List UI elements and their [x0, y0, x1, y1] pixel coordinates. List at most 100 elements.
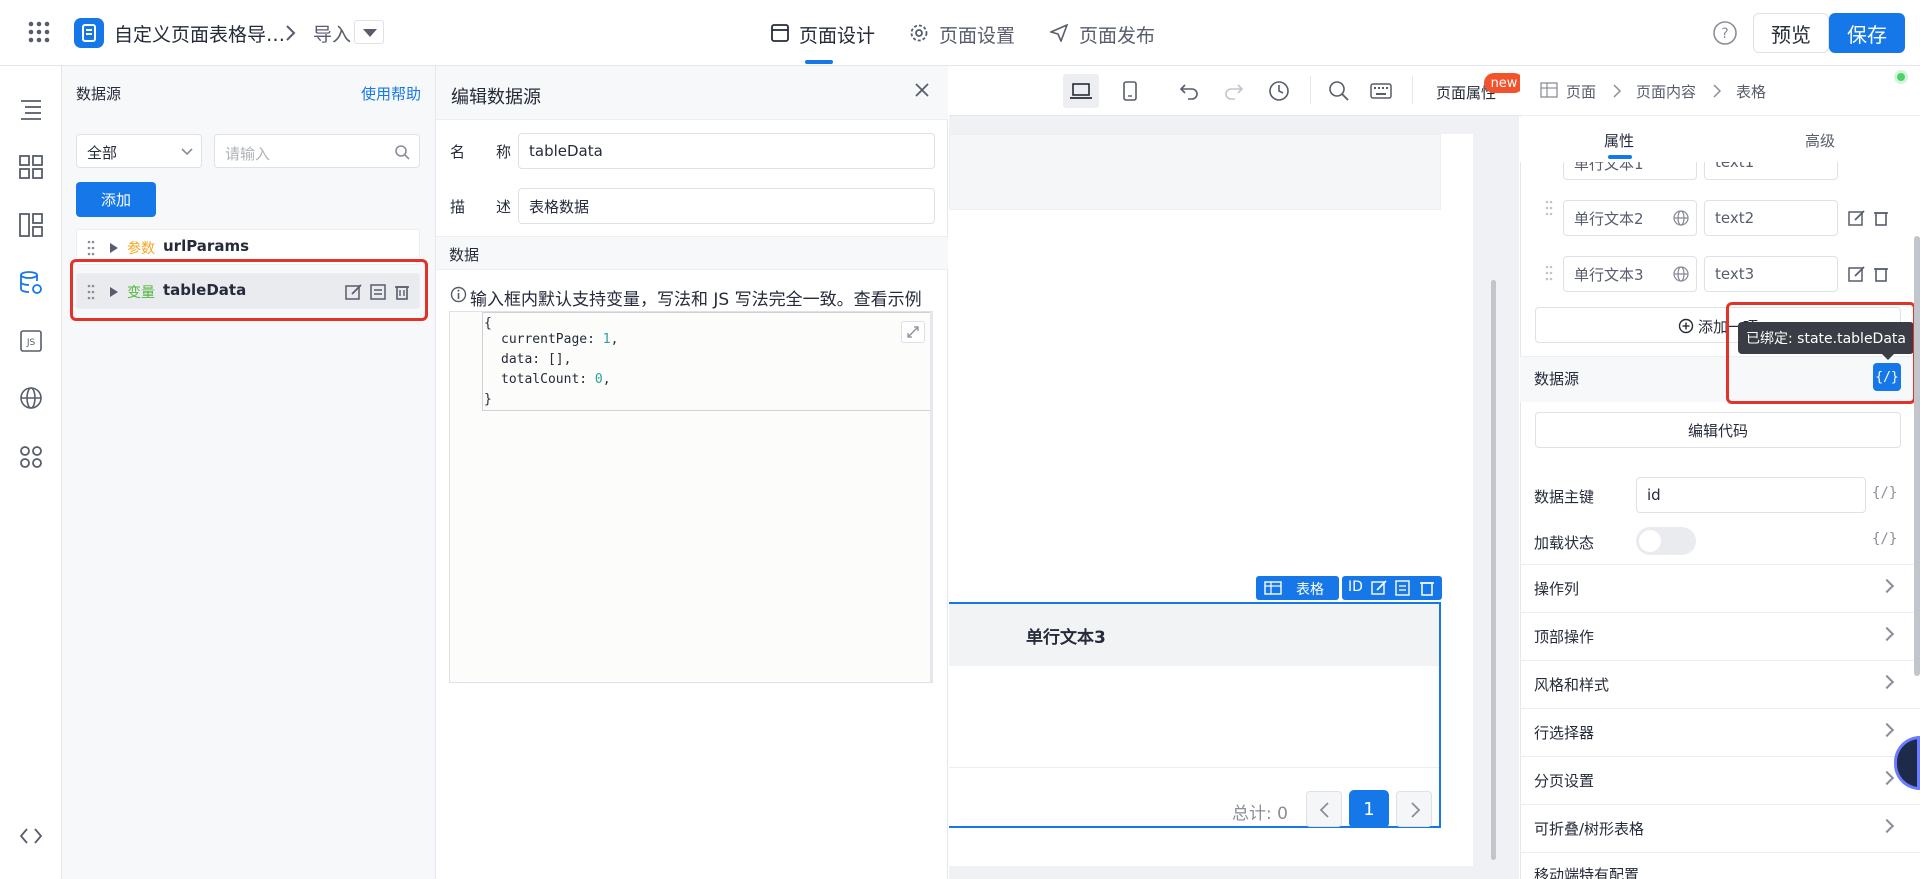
new-badge: new [1484, 73, 1524, 93]
mobile-icon[interactable] [1120, 80, 1140, 102]
code-open-brace: { [484, 316, 492, 331]
breadcrumb-item[interactable]: 页面内容 [1636, 81, 1696, 102]
redo-icon[interactable] [1223, 82, 1245, 100]
bind-variable-icon[interactable]: {/} [1872, 485, 1897, 501]
help-link[interactable]: 使用帮助 [361, 83, 421, 104]
trash-icon[interactable] [1419, 580, 1435, 596]
drag-handle-icon[interactable] [1545, 200, 1553, 216]
drag-handle-icon[interactable] [87, 284, 95, 300]
outline-tree-icon[interactable] [18, 96, 44, 122]
edit-icon[interactable] [345, 283, 363, 301]
section-operation-column[interactable]: 操作列 [1520, 564, 1920, 612]
save-button[interactable]: 保存 [1829, 13, 1905, 53]
section-top-actions[interactable]: 顶部操作 [1520, 612, 1920, 660]
item-name: tableData [163, 281, 247, 299]
question-circle-icon[interactable]: ? [1712, 20, 1738, 46]
copy-icon[interactable] [1395, 580, 1411, 596]
left-icon-rail [0, 66, 62, 879]
primary-key-input[interactable]: id [1636, 477, 1866, 513]
tab-page-settings[interactable]: 页面设置 [939, 21, 1015, 48]
search-icon[interactable] [1328, 80, 1350, 102]
column-field-input[interactable]: text2 [1704, 200, 1838, 236]
info-icon [450, 286, 467, 303]
component-actions[interactable]: ID [1342, 576, 1442, 600]
next-page-button[interactable] [1396, 791, 1432, 827]
toolbar-divider [1310, 76, 1311, 104]
database-icon[interactable] [18, 270, 44, 296]
edit-code-button[interactable]: 编辑代码 [1535, 412, 1901, 448]
import-dropdown[interactable] [354, 20, 384, 44]
tab-page-design[interactable]: 页面设计 [799, 21, 875, 48]
components-grid-icon[interactable] [18, 154, 44, 180]
preview-button[interactable]: 预览 [1753, 13, 1829, 53]
section-style[interactable]: 风格和样式 [1520, 660, 1920, 708]
code-scrollbar[interactable] [930, 312, 933, 682]
svg-text:?: ? [1721, 26, 1728, 42]
edit-icon[interactable] [1848, 209, 1866, 227]
breadcrumb-item[interactable]: 表格 [1736, 81, 1766, 102]
chevron-right-icon [286, 25, 296, 41]
send-icon [1050, 24, 1068, 42]
code-icon[interactable] [18, 823, 44, 849]
id-tag[interactable]: ID [1348, 579, 1363, 595]
apps-icon[interactable] [18, 444, 44, 470]
drag-handle-icon[interactable] [1545, 265, 1553, 281]
search-input[interactable]: 请输入 [214, 134, 420, 168]
copy-icon[interactable] [369, 283, 387, 301]
code-editor[interactable]: { currentPage: 1, data: [], totalCount: … [449, 311, 933, 683]
name-label-b: 称 [496, 143, 512, 161]
section-pagination[interactable]: 分页设置 [1520, 756, 1920, 804]
table-divider [949, 767, 1439, 768]
prev-page-button[interactable] [1306, 791, 1342, 827]
desc-input[interactable]: 表格数据 [518, 188, 935, 224]
caret-right-icon[interactable] [109, 286, 119, 298]
column-field-input[interactable]: text3 [1704, 256, 1838, 292]
tab-attributes[interactable]: 属性 [1604, 130, 1634, 151]
column-row-1[interactable]: 单行文本1 text1 [1534, 162, 1906, 180]
tree-item-tabledata[interactable]: 变量 tableData [76, 273, 420, 309]
app-title[interactable]: 自定义页面表格导… [114, 20, 285, 47]
page-1-button[interactable]: 1 [1349, 790, 1389, 828]
layout-icon[interactable] [18, 212, 44, 238]
globe-icon[interactable] [1672, 209, 1690, 227]
chevron-right-icon [1879, 770, 1895, 786]
column-header[interactable]: 单行文本3 [1026, 623, 1106, 648]
undo-icon[interactable] [1178, 82, 1200, 100]
caret-down-icon [363, 29, 377, 37]
trash-icon[interactable] [1872, 209, 1890, 227]
globe-icon[interactable] [18, 385, 44, 411]
trash-icon[interactable] [1872, 265, 1890, 283]
tab-advanced[interactable]: 高级 [1805, 130, 1835, 151]
component-tag-label: 表格 [1296, 582, 1324, 598]
table-icon [1540, 82, 1558, 98]
desktop-view-button[interactable] [1063, 74, 1099, 108]
section-mobile[interactable]: 移动端特有配置 [1520, 852, 1920, 879]
canvas-scrollbar[interactable] [1491, 280, 1496, 860]
component-tag-table[interactable]: 表格 [1256, 576, 1339, 600]
expand-button[interactable] [901, 321, 925, 343]
bind-variable-icon[interactable]: {/} [1872, 531, 1897, 547]
add-button[interactable]: 添加 [76, 182, 156, 217]
edit-icon[interactable] [1371, 580, 1387, 596]
section-tree-table[interactable]: 可折叠/树形表格 [1520, 804, 1920, 852]
section-row-selector[interactable]: 行选择器 [1520, 708, 1920, 756]
caret-right-icon[interactable] [109, 242, 119, 254]
edit-icon[interactable] [1848, 265, 1866, 283]
properties-scrollbar[interactable] [1914, 236, 1920, 676]
filter-select[interactable]: 全部 [76, 134, 202, 168]
history-clock-icon[interactable] [1268, 80, 1290, 102]
tab-page-publish[interactable]: 页面发布 [1079, 21, 1155, 48]
data-label: 数据 [449, 246, 480, 264]
globe-icon[interactable] [1672, 265, 1690, 283]
drag-handle-icon[interactable] [87, 240, 95, 256]
keyboard-icon[interactable] [1370, 82, 1392, 100]
trash-icon[interactable] [393, 283, 411, 301]
import-link[interactable]: 导入 [313, 20, 351, 47]
loading-toggle[interactable] [1636, 527, 1696, 555]
app-grid-icon[interactable] [28, 21, 50, 43]
close-icon[interactable] [914, 82, 930, 98]
name-input[interactable]: tableData [518, 133, 935, 169]
breadcrumb-item[interactable]: 页面 [1566, 81, 1596, 102]
js-icon[interactable]: JS [18, 328, 44, 354]
chevron-right-icon [1879, 626, 1895, 642]
